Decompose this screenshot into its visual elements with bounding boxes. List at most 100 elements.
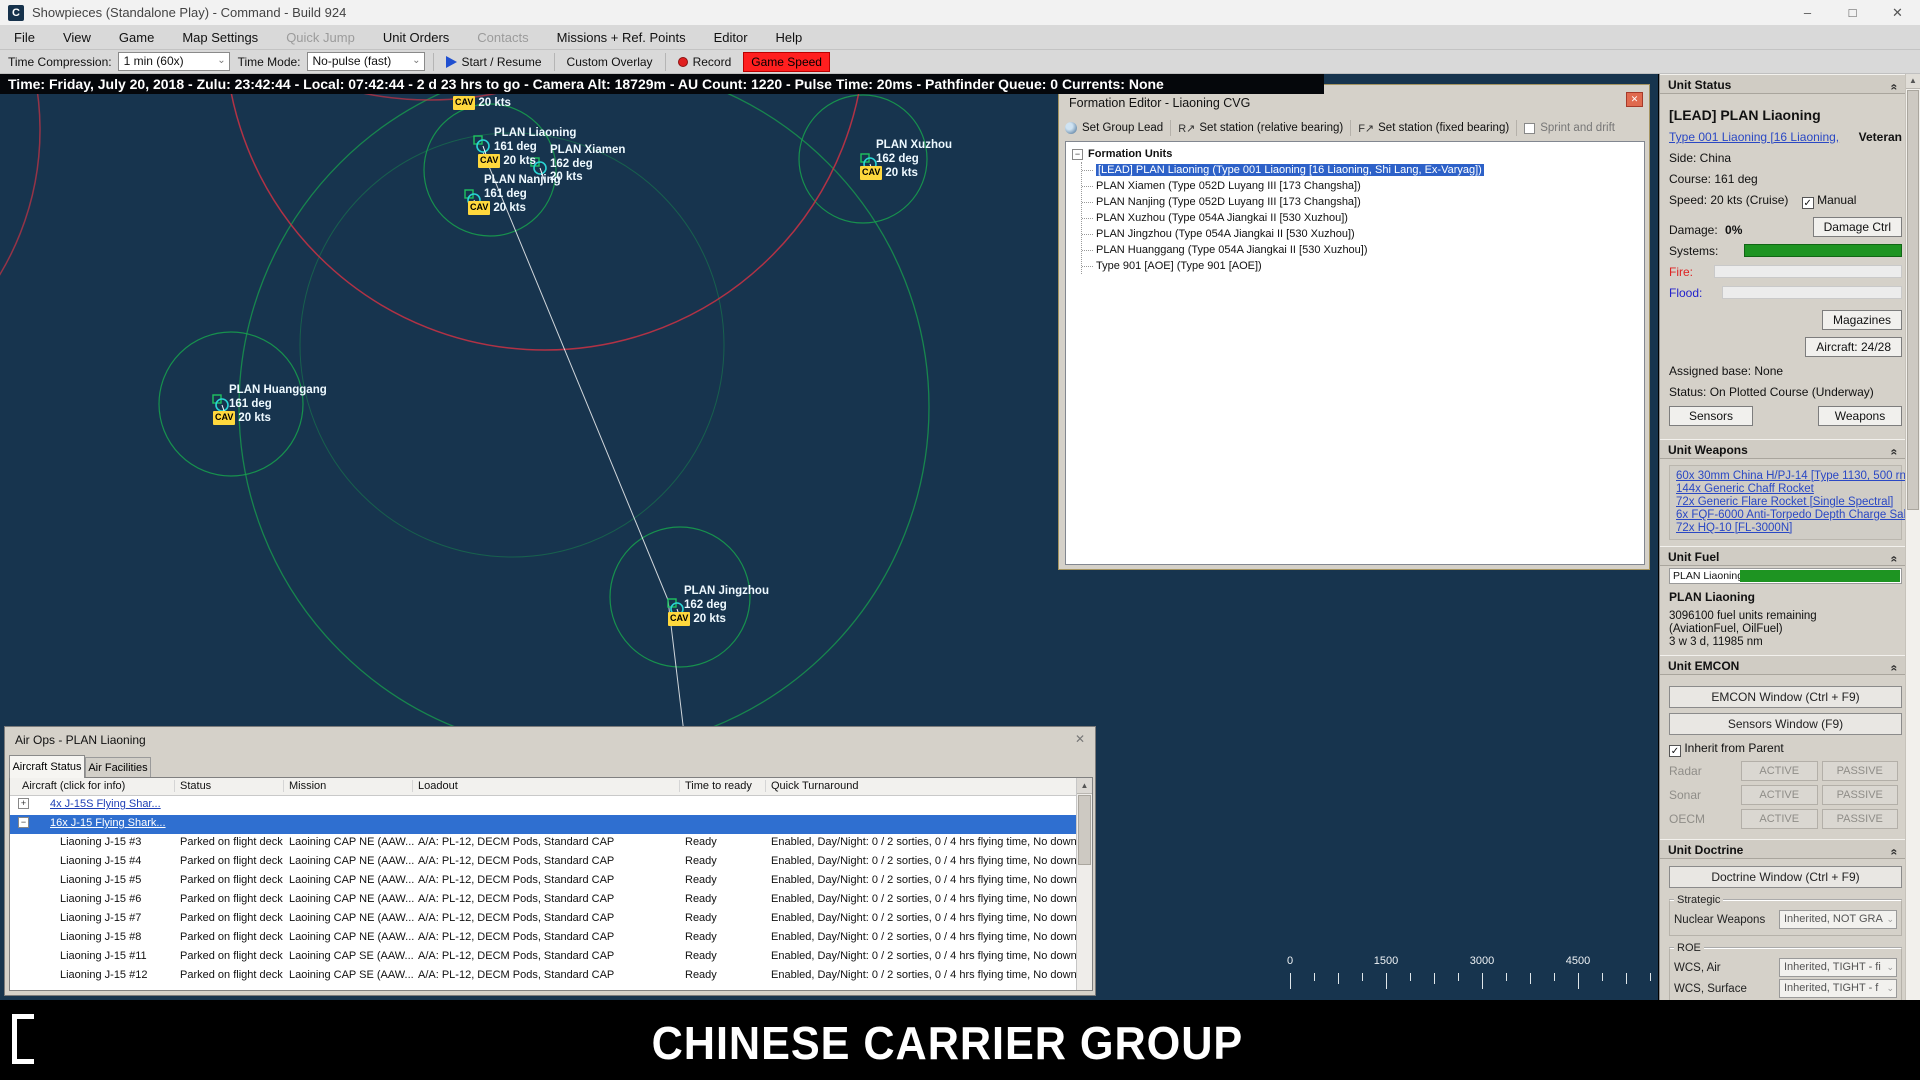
aircraft-row[interactable]: Liaoning J-15 #12 Parked on flight deck … bbox=[10, 967, 1092, 986]
formation-unit-item[interactable]: Type 901 [AOE] (Type 901 [AOE]) bbox=[1082, 258, 1644, 274]
collapse-chevron-icon[interactable]: « bbox=[1885, 665, 1905, 672]
tab-air-facilities[interactable]: Air Facilities bbox=[85, 757, 151, 778]
start-resume-button[interactable]: Start / Resume bbox=[442, 55, 546, 69]
collapse-chevron-icon[interactable]: « bbox=[1885, 84, 1905, 91]
unit-status-header[interactable]: Unit Status « bbox=[1660, 74, 1920, 94]
wcs-air-select[interactable]: Inherited, TIGHT - fi ⌄ bbox=[1779, 958, 1897, 977]
map-label-huanggang[interactable]: PLAN Huanggang 161 deg CAV20 kts bbox=[229, 384, 327, 426]
nuclear-weapons-select[interactable]: Inherited, NOT GRA ⌄ bbox=[1779, 910, 1897, 929]
emcon-window-button[interactable]: EMCON Window (Ctrl + F9) bbox=[1669, 686, 1902, 708]
sonar-passive-button[interactable]: PASSIVE bbox=[1822, 785, 1899, 805]
menu-unit-orders[interactable]: Unit Orders bbox=[369, 26, 463, 50]
radar-active-button[interactable]: ACTIVE bbox=[1741, 761, 1818, 781]
aircraft-table[interactable]: Aircraft (click for info) Status Mission… bbox=[9, 777, 1093, 991]
collapse-chevron-icon[interactable]: « bbox=[1885, 849, 1905, 856]
menu-contacts[interactable]: Contacts bbox=[463, 26, 542, 50]
map-label-xiamen[interactable]: PLAN Xiamen 162 deg 20 kts bbox=[550, 144, 625, 185]
collapse-icon[interactable]: − bbox=[18, 817, 29, 828]
set-group-lead-button[interactable]: Set Group Lead bbox=[1082, 122, 1163, 134]
window-titlebar: C Showpieces (Standalone Play) - Command… bbox=[0, 0, 1920, 26]
group-row-selected[interactable]: − 16x J-15 Flying Shark... bbox=[10, 815, 1092, 834]
weapon-link[interactable]: 72x Generic Flare Rocket [Single Spectra… bbox=[1676, 496, 1895, 509]
game-speed-button[interactable]: Game Speed bbox=[743, 52, 830, 72]
minimize-button[interactable]: – bbox=[1785, 0, 1830, 26]
tab-aircraft-status[interactable]: Aircraft Status bbox=[9, 755, 85, 778]
aircraft-row[interactable]: Liaoning J-15 #6 Parked on flight deck L… bbox=[10, 891, 1092, 910]
doctrine-window-button[interactable]: Doctrine Window (Ctrl + F9) bbox=[1669, 866, 1902, 888]
sidebar-scrollbar[interactable]: ▲ bbox=[1905, 74, 1920, 1000]
close-button[interactable]: ✕ bbox=[1875, 0, 1920, 26]
table-scrollbar[interactable]: ▲ bbox=[1076, 778, 1092, 990]
scroll-up-icon[interactable]: ▲ bbox=[1906, 74, 1920, 89]
formation-unit-item[interactable]: PLAN Xiamen (Type 052D Luyang III [173 C… bbox=[1082, 178, 1644, 194]
scroll-up-icon[interactable]: ▲ bbox=[1077, 778, 1092, 794]
formation-units-tree[interactable]: −Formation Units [LEAD] PLAN Liaoning (T… bbox=[1065, 141, 1645, 565]
collapse-chevron-icon[interactable]: « bbox=[1885, 449, 1905, 456]
custom-overlay-button[interactable]: Custom Overlay bbox=[563, 55, 657, 69]
aircraft-row[interactable]: Liaoning J-15 #11 Parked on flight deck … bbox=[10, 948, 1092, 967]
sensors-button[interactable]: Sensors bbox=[1669, 406, 1753, 426]
unit-emcon-header[interactable]: Unit EMCON « bbox=[1660, 655, 1920, 675]
menu-map-settings[interactable]: Map Settings bbox=[168, 26, 272, 50]
air-ops-window[interactable]: Air Ops - PLAN Liaoning ✕ Aircraft Statu… bbox=[4, 726, 1096, 996]
aircraft-button[interactable]: Aircraft: 24/28 bbox=[1805, 337, 1902, 357]
time-compression-label: Time Compression: bbox=[8, 55, 112, 69]
inherit-parent-checkbox[interactable]: ✓ bbox=[1669, 745, 1681, 757]
unit-class-link[interactable]: Type 001 Liaoning [16 Liaoning, bbox=[1669, 130, 1839, 144]
collapse-icon[interactable]: − bbox=[1072, 149, 1083, 160]
sensors-window-button[interactable]: Sensors Window (F9) bbox=[1669, 713, 1902, 735]
manual-speed-checkbox[interactable]: ✓ bbox=[1802, 197, 1814, 209]
formation-unit-item[interactable]: [LEAD] PLAN Liaoning (Type 001 Liaoning … bbox=[1082, 162, 1644, 178]
record-button[interactable]: Record bbox=[674, 55, 736, 69]
scrollbar-thumb[interactable] bbox=[1907, 90, 1919, 510]
time-mode-select[interactable]: No-pulse (fast) ⌄ bbox=[307, 52, 425, 71]
menu-editor[interactable]: Editor bbox=[700, 26, 762, 50]
aircraft-row[interactable]: Liaoning J-15 #7 Parked on flight deck L… bbox=[10, 910, 1092, 929]
aircraft-row[interactable]: Liaoning J-15 #4 Parked on flight deck L… bbox=[10, 853, 1092, 872]
close-icon[interactable]: ✕ bbox=[1626, 92, 1643, 107]
weapon-link[interactable]: 144x Generic Chaff Rocket bbox=[1676, 483, 1895, 496]
formation-unit-item[interactable]: PLAN Xuzhou (Type 054A Jiangkai II [530 … bbox=[1082, 210, 1644, 226]
unit-weapons-header[interactable]: Unit Weapons « bbox=[1660, 439, 1920, 459]
sprint-drift-checkbox[interactable] bbox=[1524, 123, 1535, 134]
menu-file[interactable]: File bbox=[0, 26, 49, 50]
time-compression-select[interactable]: 1 min (60x) ⌄ bbox=[118, 52, 230, 71]
expand-icon[interactable]: + bbox=[18, 798, 29, 809]
map-label-jingzhou[interactable]: PLAN Jingzhou 162 deg CAV20 kts bbox=[684, 585, 769, 627]
menu-help[interactable]: Help bbox=[762, 26, 817, 50]
weapons-button[interactable]: Weapons bbox=[1818, 406, 1902, 426]
formation-unit-item[interactable]: PLAN Jingzhou (Type 054A Jiangkai II [53… bbox=[1082, 226, 1644, 242]
map-label-nanjing[interactable]: PLAN Nanjing 161 deg CAV20 kts bbox=[484, 174, 561, 216]
magazines-button[interactable]: Magazines bbox=[1822, 310, 1902, 330]
formation-editor-window[interactable]: Formation Editor - Liaoning CVG ✕ Set Gr… bbox=[1058, 84, 1650, 570]
unit-doctrine-header[interactable]: Unit Doctrine « bbox=[1660, 839, 1920, 859]
scrollbar-thumb[interactable] bbox=[1078, 795, 1091, 865]
menu-quick-jump[interactable]: Quick Jump bbox=[272, 26, 369, 50]
damage-ctrl-button[interactable]: Damage Ctrl bbox=[1813, 217, 1902, 237]
aircraft-row[interactable]: Liaoning J-15 #5 Parked on flight deck L… bbox=[10, 872, 1092, 891]
formation-unit-item[interactable]: PLAN Huanggang (Type 054A Jiangkai II [5… bbox=[1082, 242, 1644, 258]
set-station-relative-button[interactable]: Set station (relative bearing) bbox=[1199, 122, 1343, 134]
aircraft-row[interactable]: Liaoning J-15 #3 Parked on flight deck L… bbox=[10, 834, 1092, 853]
radar-passive-button[interactable]: PASSIVE bbox=[1822, 761, 1899, 781]
wcs-surface-select[interactable]: Inherited, TIGHT - f ⌄ bbox=[1779, 979, 1897, 998]
map-label-xuzhou[interactable]: PLAN Xuzhou 162 deg CAV20 kts bbox=[876, 139, 952, 181]
formation-unit-item[interactable]: PLAN Nanjing (Type 052D Luyang III [173 … bbox=[1082, 194, 1644, 210]
weapon-link[interactable]: 60x 30mm China H/PJ-14 [Type 1130, 500 r… bbox=[1676, 470, 1895, 483]
menu-missions-ref-points[interactable]: Missions + Ref. Points bbox=[543, 26, 700, 50]
maximize-button[interactable]: □ bbox=[1830, 0, 1875, 26]
weapon-link[interactable]: 6x FQF-6000 Anti-Torpedo Depth Charge Sa… bbox=[1676, 509, 1895, 522]
set-station-fixed-button[interactable]: Set station (fixed bearing) bbox=[1378, 122, 1509, 134]
collapse-chevron-icon[interactable]: « bbox=[1885, 556, 1905, 563]
menu-game[interactable]: Game bbox=[105, 26, 168, 50]
group-row[interactable]: + 4x J-15S Flying Shar... bbox=[10, 796, 1092, 815]
map-label-type901-speed: CAV20 kts bbox=[453, 96, 511, 111]
weapon-link[interactable]: 72x HQ-10 [FL-3000N] bbox=[1676, 522, 1895, 535]
oecm-passive-button[interactable]: PASSIVE bbox=[1822, 809, 1899, 829]
close-icon[interactable]: ✕ bbox=[1075, 732, 1085, 746]
sonar-active-button[interactable]: ACTIVE bbox=[1741, 785, 1818, 805]
aircraft-row[interactable]: Liaoning J-15 #8 Parked on flight deck L… bbox=[10, 929, 1092, 948]
menu-view[interactable]: View bbox=[49, 26, 105, 50]
oecm-active-button[interactable]: ACTIVE bbox=[1741, 809, 1818, 829]
unit-fuel-header[interactable]: Unit Fuel « bbox=[1660, 546, 1920, 566]
